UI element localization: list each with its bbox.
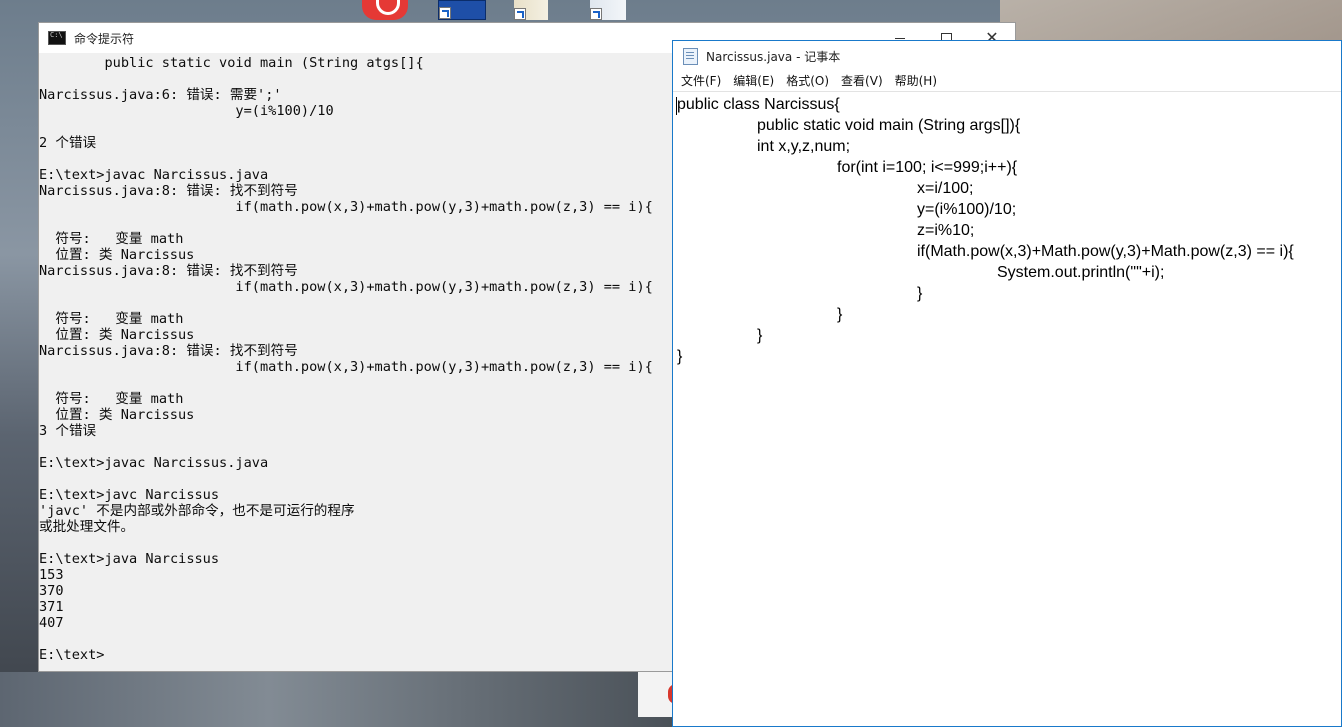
minimize-icon <box>895 37 905 39</box>
console-line: 位置: 类 Narcissus <box>39 247 195 263</box>
code-line: x=i/100; <box>917 180 974 197</box>
console-line: 153 <box>39 567 64 583</box>
console-line: E:\text>java Narcissus <box>39 551 220 567</box>
code-line: public static void main (String args[]){ <box>757 117 1021 134</box>
code-line: for(int i=100; i<=999;i++){ <box>837 159 1018 176</box>
notepad-menu-bar: 文件(F) 编辑(E) 格式(O) 查看(V) 帮助(H) <box>673 71 1341 91</box>
code-line: System.out.println(""+i); <box>997 264 1165 281</box>
cmd-window-title: 命令提示符 <box>74 31 135 46</box>
notepad-title-bar[interactable]: Narcissus.java - 记事本 <box>673 41 1341 71</box>
code-line: } <box>757 327 763 344</box>
desktop-shortcut-red-app-icon[interactable] <box>362 0 408 20</box>
console-line: 'javc' 不是内部或外部命令，也不是可运行的程序 <box>39 503 355 519</box>
console-line: if(math.pow(x,3)+math.pow(y,3)+math.pow(… <box>39 279 653 295</box>
code-line: int x,y,z,num; <box>757 138 851 155</box>
console-line: 2 个错误 <box>39 135 97 151</box>
menu-format[interactable]: 格式(O) <box>780 71 835 91</box>
cmd-app-icon <box>48 31 66 45</box>
console-line: if(math.pow(x,3)+math.pow(y,3)+math.pow(… <box>39 199 653 215</box>
console-line: Narcissus.java:6: 错误: 需要';' <box>39 87 282 103</box>
shortcut-arrow-icon <box>514 8 526 20</box>
console-line: 位置: 类 Narcissus <box>39 407 195 423</box>
code-line: z=i%10; <box>917 222 975 239</box>
console-line: E:\text>javac Narcissus.java <box>39 455 269 471</box>
console-line: 符号: 变量 math <box>39 391 184 407</box>
console-line: 符号: 变量 math <box>39 231 184 247</box>
console-line: 符号: 变量 math <box>39 311 184 327</box>
console-line: E:\text>javac Narcissus.java <box>39 167 269 183</box>
console-line: 370 <box>39 583 64 599</box>
shortcut-arrow-icon <box>590 8 602 20</box>
console-line: Narcissus.java:8: 错误: 找不到符号 <box>39 183 298 199</box>
console-line: Narcissus.java:8: 错误: 找不到符号 <box>39 263 298 279</box>
console-line: Narcissus.java:8: 错误: 找不到符号 <box>39 343 298 359</box>
code-line: } <box>917 285 923 302</box>
console-line: 407 <box>39 615 64 631</box>
code-line: if(Math.pow(x,3)+Math.pow(y,3)+Math.pow(… <box>917 243 1294 260</box>
code-line: y=(i%100)/10; <box>917 201 1017 218</box>
notepad-app-icon <box>683 47 698 65</box>
console-line: 位置: 类 Narcissus <box>39 327 195 343</box>
desktop-wallpaper-bottom <box>0 672 672 727</box>
console-line: y=(i%100)/10 <box>39 103 334 119</box>
console-line: 3 个错误 <box>39 423 97 439</box>
console-line: 371 <box>39 599 64 615</box>
code-line: public class Narcissus{ <box>677 96 840 113</box>
desktop-shortcut-blue-app-icon[interactable] <box>438 0 486 20</box>
menu-view[interactable]: 查看(V) <box>835 71 889 91</box>
notepad-text-area[interactable]: public class Narcissus{ public static voi… <box>673 91 1341 726</box>
desktop-shortcut-file-icon[interactable] <box>514 0 548 20</box>
console-line: 或批处理文件。 <box>39 519 135 535</box>
console-line: E:\text>javc Narcissus <box>39 487 220 503</box>
notepad-window-title: Narcissus.java - 记事本 <box>706 49 841 64</box>
console-line: public static void main (String atgs[]{ <box>39 55 424 71</box>
notepad-window[interactable]: Narcissus.java - 记事本 文件(F) 编辑(E) 格式(O) 查… <box>672 40 1342 727</box>
menu-help[interactable]: 帮助(H) <box>889 71 943 91</box>
code-line: } <box>837 306 843 323</box>
desktop-shortcut-file-icon[interactable] <box>590 0 626 20</box>
menu-edit[interactable]: 编辑(E) <box>727 71 780 91</box>
background-window-edge <box>638 672 682 717</box>
code-line: } <box>677 348 683 365</box>
shortcut-arrow-icon <box>439 7 451 19</box>
menu-file[interactable]: 文件(F) <box>675 71 727 91</box>
console-line: if(math.pow(x,3)+math.pow(y,3)+math.pow(… <box>39 359 653 375</box>
console-line: E:\text> <box>39 647 105 663</box>
